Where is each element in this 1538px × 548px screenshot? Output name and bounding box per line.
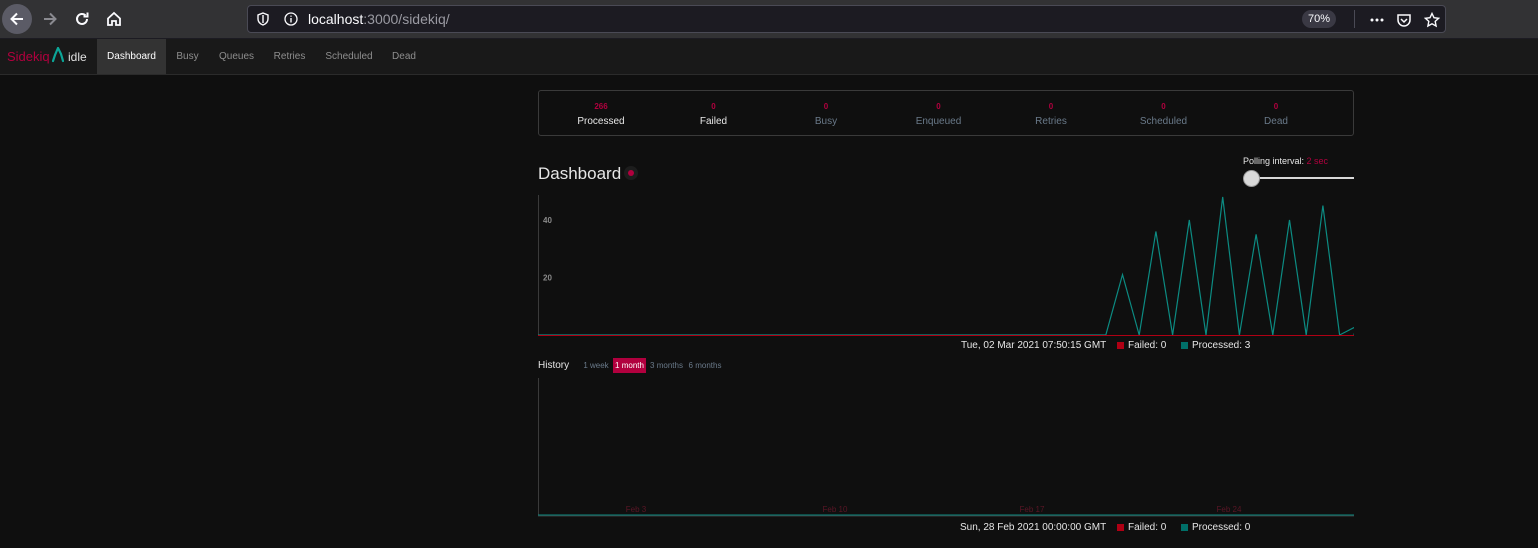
history-x-tick-label: Feb 3 xyxy=(626,505,647,514)
url-divider xyxy=(1354,10,1355,28)
range-button-3-months[interactable]: 3 months xyxy=(648,358,685,373)
stat-count: 0 xyxy=(823,102,829,111)
stat-label: Failed xyxy=(699,116,728,127)
summary-stat-retries[interactable]: 0 Retries xyxy=(995,91,1107,135)
home-icon xyxy=(107,11,121,26)
polling-slider-handle[interactable] xyxy=(1243,170,1260,187)
range-button-6-months[interactable]: 6 months xyxy=(687,358,723,373)
history-legend-failed: Failed: 0 xyxy=(1117,522,1166,533)
pocket-icon[interactable] xyxy=(1393,9,1415,31)
summary-stat-scheduled[interactable]: 0 Scheduled xyxy=(1108,91,1220,135)
realtime-failed-value: Failed: 0 xyxy=(1128,340,1167,351)
realtime-y-tick-label: 20 xyxy=(543,274,552,283)
status-text: idle xyxy=(68,50,87,64)
summary-bar: 266 Processed 0 Failed 0 Busy 0 Enqueued 0 Retrie… xyxy=(538,90,1354,136)
history-failed-value: Failed: 0 xyxy=(1128,522,1167,533)
stat-label: Processed xyxy=(577,116,625,127)
stat-count: 0 xyxy=(936,102,941,111)
history-chart-svg: Feb 3 Feb 10 Feb 17 Feb 24 xyxy=(538,378,1354,517)
stat-label: Enqueued xyxy=(915,116,962,127)
summary-stat-dead[interactable]: 0 Dead xyxy=(1220,91,1332,135)
history-x-tick-label: Feb 24 xyxy=(1217,505,1242,514)
shield-icon[interactable] xyxy=(256,12,270,31)
url-host: localhost xyxy=(308,11,364,27)
nav-item-dashboard[interactable]: Dashboard xyxy=(97,39,166,74)
arrow-left-icon xyxy=(10,12,23,26)
zoom-badge[interactable]: 70% xyxy=(1302,10,1336,28)
failed-swatch xyxy=(1117,523,1124,531)
nav-item-dead[interactable]: Dead xyxy=(383,39,425,74)
failed-swatch xyxy=(1117,341,1124,349)
history-title: History xyxy=(538,360,570,371)
summary-stat-failed[interactable]: 0 Failed xyxy=(658,91,770,135)
polling-interval-value: 2 sec xyxy=(1306,156,1329,166)
history-x-tick-label: Feb 17 xyxy=(1020,505,1045,514)
ellipsis-icon[interactable] xyxy=(1366,9,1388,31)
stat-count: 0 xyxy=(1161,102,1166,111)
url-text[interactable]: localhost:3000/sidekiq/ xyxy=(308,11,450,27)
sidekiq-navbar: Sidekiq idle Dashboard Busy Queues Retries S… xyxy=(0,39,1538,75)
polling-label-text: Polling interval: xyxy=(1243,156,1305,166)
forward-button[interactable] xyxy=(35,4,65,34)
history-legend-processed: Processed: 0 xyxy=(1181,522,1250,533)
realtime-chart-svg: 2040 xyxy=(538,195,1354,336)
stat-count: 0 xyxy=(1048,102,1054,111)
stat-count: 0 xyxy=(711,102,716,111)
history-hover-date: Sun, 28 Feb 2021 00:00:00 GMT xyxy=(960,522,1107,533)
beacon-indicator xyxy=(624,166,638,180)
realtime-y-tick-label: 40 xyxy=(543,216,552,225)
summary-stat-busy[interactable]: 0 Busy xyxy=(770,91,882,135)
summary-stat-enqueued[interactable]: 0 Enqueued xyxy=(883,91,995,135)
status-kiq-icon xyxy=(51,46,65,68)
history-chart: Feb 3 Feb 10 Feb 17 Feb 24 xyxy=(538,378,1354,518)
reload-icon xyxy=(76,12,89,25)
stat-count: 266 xyxy=(594,102,608,111)
reload-button[interactable] xyxy=(67,4,97,34)
stat-label: Scheduled xyxy=(1139,116,1188,127)
beacon-dot xyxy=(628,170,634,176)
history-processed-value: Processed: 0 xyxy=(1192,522,1251,533)
back-button[interactable] xyxy=(2,4,32,34)
polling-interval-label: Polling interval: 2 sec xyxy=(1243,156,1328,166)
page-title: Dashboard xyxy=(538,164,622,183)
nav-item-busy[interactable]: Busy xyxy=(166,39,209,74)
realtime-chart: 20 40 xyxy=(538,195,1354,337)
stat-count: 0 xyxy=(1273,102,1279,111)
brand-link[interactable]: Sidekiq xyxy=(7,49,50,64)
realtime-processed-value: Processed: 3 xyxy=(1192,340,1251,351)
browser-toolbar: localhost:3000/sidekiq/ 70% xyxy=(0,0,1538,39)
stat-label: Dead xyxy=(1264,116,1288,127)
processed-swatch xyxy=(1181,523,1188,531)
arrow-right-icon xyxy=(44,12,57,26)
url-bar[interactable]: localhost:3000/sidekiq/ 70% xyxy=(247,5,1446,33)
stat-label: Retries xyxy=(1035,116,1067,127)
processed-swatch xyxy=(1181,341,1188,349)
nav-item-retries[interactable]: Retries xyxy=(264,39,315,74)
polling-slider-track[interactable] xyxy=(1252,177,1354,179)
url-path: :3000/sidekiq/ xyxy=(363,11,450,27)
realtime-legend-processed: Processed: 3 xyxy=(1181,340,1250,351)
range-button-1-week[interactable]: 1 week xyxy=(581,358,611,373)
realtime-legend-failed: Failed: 0 xyxy=(1117,340,1166,351)
info-icon[interactable] xyxy=(284,12,298,31)
nav-item-queues[interactable]: Queues xyxy=(209,39,264,74)
star-icon[interactable] xyxy=(1421,9,1443,31)
range-button-1-month[interactable]: 1 month xyxy=(613,358,646,373)
summary-stat-processed[interactable]: 266 Processed xyxy=(545,91,657,135)
history-x-tick-label: Feb 10 xyxy=(823,505,848,514)
realtime-hover-date: Tue, 02 Mar 2021 07:50:15 GMT xyxy=(961,340,1107,351)
home-button[interactable] xyxy=(99,4,129,34)
processed-series-line xyxy=(538,196,1354,336)
stat-label: Busy xyxy=(814,116,838,127)
nav-item-scheduled[interactable]: Scheduled xyxy=(315,39,383,74)
